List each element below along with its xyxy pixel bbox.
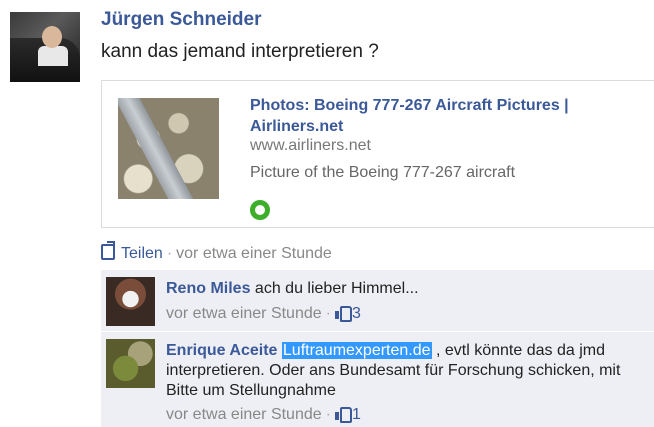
separator: · [325, 406, 331, 423]
attachment-title[interactable]: Photos: Boeing 777-267 Aircraft Pictures… [250, 95, 630, 137]
poster-name[interactable]: Jürgen Schneider [101, 9, 262, 31]
thumbs-up-icon[interactable] [334, 407, 352, 423]
thumbs-up-icon[interactable] [334, 306, 352, 322]
avatar-shirt-shape [38, 46, 68, 66]
share-link[interactable]: Teilen [121, 245, 163, 262]
separator: · [166, 245, 173, 262]
like-count[interactable]: 3 [352, 305, 361, 322]
comment-meta: vor etwa einer Stunde · 1 [166, 406, 361, 424]
post-actions: Teilen · vor etwa einer Stunde [101, 241, 332, 263]
commenter-avatar[interactable] [106, 277, 155, 326]
airliners-logo-icon [250, 200, 270, 220]
like-count[interactable]: 1 [352, 406, 361, 423]
separator: · [325, 305, 331, 322]
poster-avatar[interactable] [10, 12, 80, 82]
comment-author[interactable]: Reno Miles [166, 280, 250, 297]
comment-item: Reno Miles ach du lieber Himmel... vor e… [101, 270, 654, 332]
attachment-description: Picture of the Boeing 777-267 aircraft [250, 164, 516, 181]
attachment-url: www.airliners.net [250, 137, 371, 154]
comment-link[interactable]: Luftraumexperten.de [281, 342, 432, 359]
aircraft-wing-shape [118, 98, 207, 199]
avatar-face-shape [42, 26, 62, 48]
comment-timestamp[interactable]: vor etwa einer Stunde [166, 406, 322, 423]
comment-item: Enrique Aceite Luftraumexperten.de , evt… [101, 334, 654, 427]
comment-text: ach du lieber Himmel... [254, 280, 419, 297]
comment-body: Enrique Aceite Luftraumexperten.de , evt… [166, 341, 648, 401]
comment-timestamp[interactable]: vor etwa einer Stunde [166, 305, 322, 322]
comments-list: Reno Miles ach du lieber Himmel... vor e… [101, 270, 654, 427]
post-text: kann das jemand interpretieren ? [101, 41, 379, 62]
link-attachment[interactable]: Photos: Boeing 777-267 Aircraft Pictures… [101, 80, 654, 228]
commenter-avatar[interactable] [106, 339, 155, 388]
comment-body: Reno Miles ach du lieber Himmel... [166, 279, 648, 299]
post-timestamp[interactable]: vor etwa einer Stunde [176, 245, 332, 262]
comment-author[interactable]: Enrique Aceite [166, 342, 277, 359]
share-icon [101, 241, 115, 260]
comment-meta: vor etwa einer Stunde · 3 [166, 305, 361, 323]
attachment-thumbnail[interactable] [118, 98, 219, 199]
